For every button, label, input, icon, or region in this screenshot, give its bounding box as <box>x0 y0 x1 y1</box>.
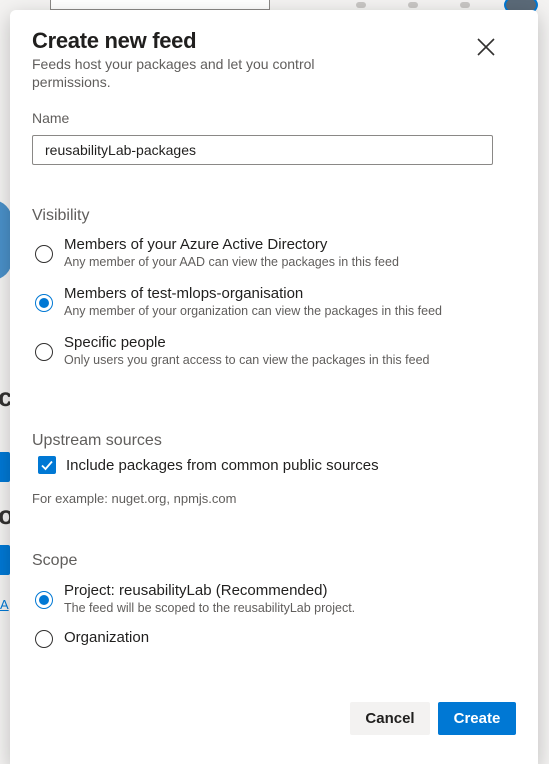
radio-button[interactable] <box>35 343 53 361</box>
close-button[interactable] <box>474 35 498 59</box>
background-toolbar-icon <box>356 2 366 8</box>
option-title: Members of your Azure Active Directory <box>64 236 328 253</box>
radio-button-selected[interactable] <box>35 591 53 609</box>
close-icon <box>477 38 495 56</box>
upstream-sources-label[interactable]: Include packages from common public sour… <box>66 457 379 474</box>
create-feed-dialog: Create new feed Feeds host your packages… <box>10 10 538 764</box>
option-title: Specific people <box>64 334 166 351</box>
upstream-sources-checkbox[interactable] <box>38 456 56 474</box>
dialog-title: Create new feed <box>32 28 197 53</box>
option-description: Any member of your organization can view… <box>64 304 442 318</box>
cancel-button[interactable]: Cancel <box>350 702 430 735</box>
background-toolbar-icon <box>460 2 470 8</box>
name-label: Name <box>32 110 70 126</box>
scope-heading: Scope <box>32 552 78 569</box>
create-button[interactable]: Create <box>438 702 516 735</box>
background-search-box <box>50 0 270 10</box>
visibility-heading: Visibility <box>32 207 90 224</box>
option-title: Members of test-mlops-organisation <box>64 285 304 302</box>
upstream-example-text: For example: nuget.org, npmjs.com <box>32 491 237 506</box>
name-input[interactable] <box>32 135 493 165</box>
background-link-fragment: A <box>0 597 9 612</box>
background-button-fragment <box>0 452 10 482</box>
radio-button[interactable] <box>35 245 53 263</box>
background-toolbar-icon <box>408 2 418 8</box>
option-title: Organization <box>64 629 150 646</box>
option-description: The feed will be scoped to the reusabili… <box>64 601 356 615</box>
option-title: Project: reusabilityLab (Recommended) <box>64 582 328 599</box>
option-description: Only users you grant access to can view … <box>64 353 430 367</box>
radio-button-selected[interactable] <box>35 294 53 312</box>
checkmark-icon <box>41 460 53 471</box>
radio-button[interactable] <box>35 630 53 648</box>
dialog-subtitle: Feeds host your packages and let you con… <box>32 56 315 90</box>
upstream-sources-heading: Upstream sources <box>32 432 162 449</box>
option-description: Any member of your AAD can view the pack… <box>64 255 399 269</box>
background-button-fragment <box>0 545 10 575</box>
